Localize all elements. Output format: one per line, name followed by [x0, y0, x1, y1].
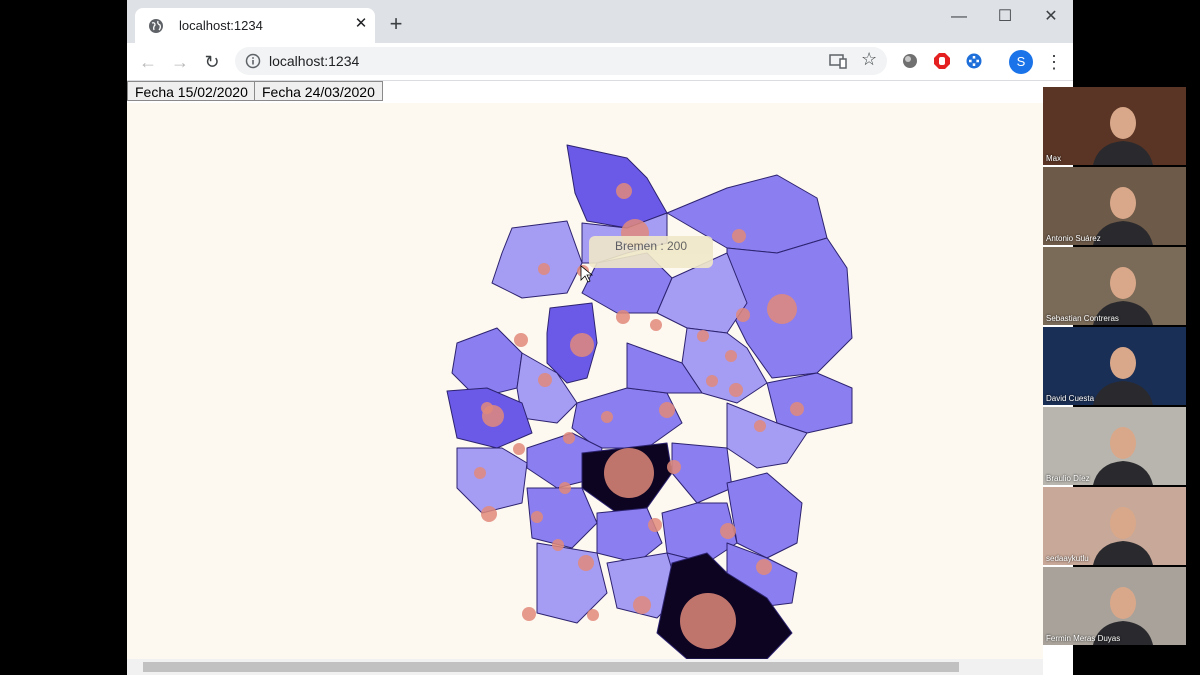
case-bubble[interactable]	[604, 448, 654, 498]
case-bubble[interactable]	[650, 319, 662, 331]
info-icon[interactable]	[245, 53, 261, 69]
case-bubble[interactable]	[531, 511, 543, 523]
case-bubble[interactable]	[659, 402, 675, 418]
case-bubble[interactable]	[697, 330, 709, 342]
case-bubble[interactable]	[481, 506, 497, 522]
case-bubble[interactable]	[474, 467, 486, 479]
case-bubble[interactable]	[513, 443, 525, 455]
case-bubble[interactable]	[767, 294, 797, 324]
participant-name: David Cuesta	[1046, 394, 1095, 403]
new-tab-button[interactable]: +	[385, 13, 407, 35]
globe-icon	[149, 19, 163, 33]
region-west-3[interactable]	[456, 447, 528, 514]
case-bubble[interactable]	[648, 518, 662, 532]
participant-tile[interactable]: Sebastian Contreras	[1043, 247, 1186, 325]
participant-name: sedaaykutlu	[1046, 554, 1089, 563]
case-bubble[interactable]	[667, 460, 681, 474]
horizontal-scrollbar[interactable]	[127, 659, 1043, 675]
map-canvas: Bremen : 200	[127, 103, 1043, 659]
extension-blue-icon[interactable]	[965, 52, 983, 70]
participant-tile[interactable]: sedaaykutlu	[1043, 487, 1186, 565]
date-button-1[interactable]: Fecha 15/02/2020	[127, 81, 256, 101]
scrollbar-thumb[interactable]	[143, 662, 959, 672]
date-button-2[interactable]: Fecha 24/03/2020	[254, 81, 383, 101]
case-bubble[interactable]	[736, 308, 750, 322]
back-button[interactable]: ←	[136, 50, 160, 74]
case-bubble[interactable]	[732, 229, 746, 243]
case-bubble[interactable]	[725, 350, 737, 362]
close-window-button[interactable]: ✕	[1036, 6, 1066, 28]
case-bubble[interactable]	[720, 523, 736, 539]
case-bubble[interactable]	[563, 432, 575, 444]
address-bar[interactable]: localhost:1234 ☆	[235, 47, 887, 75]
participant-tile[interactable]: Max	[1043, 87, 1186, 165]
tab-title: localhost:1234	[179, 18, 263, 33]
region-south-2[interactable]	[596, 507, 663, 564]
case-bubble[interactable]	[587, 609, 599, 621]
case-bubble[interactable]	[706, 375, 718, 387]
region-north-1[interactable]	[566, 144, 668, 229]
minimize-button[interactable]: —	[944, 6, 974, 28]
extension-grey-icon[interactable]	[901, 52, 919, 70]
case-bubble[interactable]	[754, 420, 766, 432]
participant-video	[1093, 107, 1153, 165]
participant-name: Braulio Díez	[1046, 474, 1090, 483]
case-bubble[interactable]	[616, 183, 632, 199]
url-text: localhost:1234	[269, 53, 360, 69]
case-bubble[interactable]	[729, 383, 743, 397]
bookmark-star-icon[interactable]: ☆	[861, 49, 877, 70]
browser-tab[interactable]: localhost:1234 ✕	[135, 8, 375, 43]
browser-window: localhost:1234 ✕ + — ☐ ✕ ← → ↻ localhost…	[127, 0, 1073, 675]
case-bubble[interactable]	[578, 555, 594, 571]
maximize-button[interactable]: ☐	[990, 6, 1020, 28]
case-bubble[interactable]	[680, 593, 736, 649]
case-bubble[interactable]	[790, 402, 804, 416]
page-viewport: Fecha 15/02/2020 Fecha 24/03/2020 Bremen…	[127, 81, 1073, 675]
case-bubble[interactable]	[756, 559, 772, 575]
case-bubble[interactable]	[538, 263, 550, 275]
install-app-icon[interactable]	[829, 53, 847, 69]
date-button-bar: Fecha 15/02/2020 Fecha 24/03/2020	[127, 81, 1043, 103]
tab-strip: localhost:1234 ✕ + — ☐ ✕	[127, 0, 1073, 43]
participant-name: Fermin Meras Duyas	[1046, 634, 1121, 643]
participant-tile[interactable]: Antonio Suárez	[1043, 167, 1186, 245]
region-east-3[interactable]	[726, 472, 803, 559]
participant-name: Sebastian Contreras	[1046, 314, 1119, 323]
map-tooltip: Bremen : 200	[589, 236, 713, 268]
video-call-panel: Max Antonio Suárez Sebastian Contreras Davi…	[1043, 86, 1186, 658]
case-bubble[interactable]	[633, 596, 651, 614]
case-bubble[interactable]	[481, 402, 493, 414]
case-bubble[interactable]	[514, 333, 528, 347]
case-bubble[interactable]	[601, 411, 613, 423]
browser-toolbar: ← → ↻ localhost:1234 ☆ S ⋮	[127, 43, 1073, 81]
case-bubble[interactable]	[538, 373, 552, 387]
tab-close-icon[interactable]: ✕	[351, 14, 371, 34]
forward-button[interactable]: →	[168, 50, 192, 74]
profile-avatar[interactable]: S	[1009, 50, 1033, 74]
case-bubble[interactable]	[552, 539, 564, 551]
extension-red-icon[interactable]	[933, 52, 951, 70]
case-bubble[interactable]	[522, 607, 536, 621]
case-bubble[interactable]	[570, 333, 594, 357]
region-west-1[interactable]	[451, 327, 523, 399]
participant-tile[interactable]: Fermin Meras Duyas	[1043, 567, 1186, 645]
participant-tile[interactable]: Braulio Díez	[1043, 407, 1186, 485]
region-northwest-1[interactable]	[491, 220, 583, 299]
region-center-6[interactable]	[671, 442, 733, 504]
participant-name: Antonio Suárez	[1046, 234, 1101, 243]
reload-button[interactable]: ↻	[200, 50, 224, 74]
germany-map	[446, 144, 853, 659]
participant-name: Max	[1046, 154, 1062, 163]
participant-tile[interactable]: David Cuesta	[1043, 327, 1186, 405]
case-bubble[interactable]	[616, 310, 630, 324]
menu-icon[interactable]: ⋮	[1045, 50, 1063, 74]
case-bubble[interactable]	[559, 482, 571, 494]
region-center-3[interactable]	[571, 387, 683, 449]
